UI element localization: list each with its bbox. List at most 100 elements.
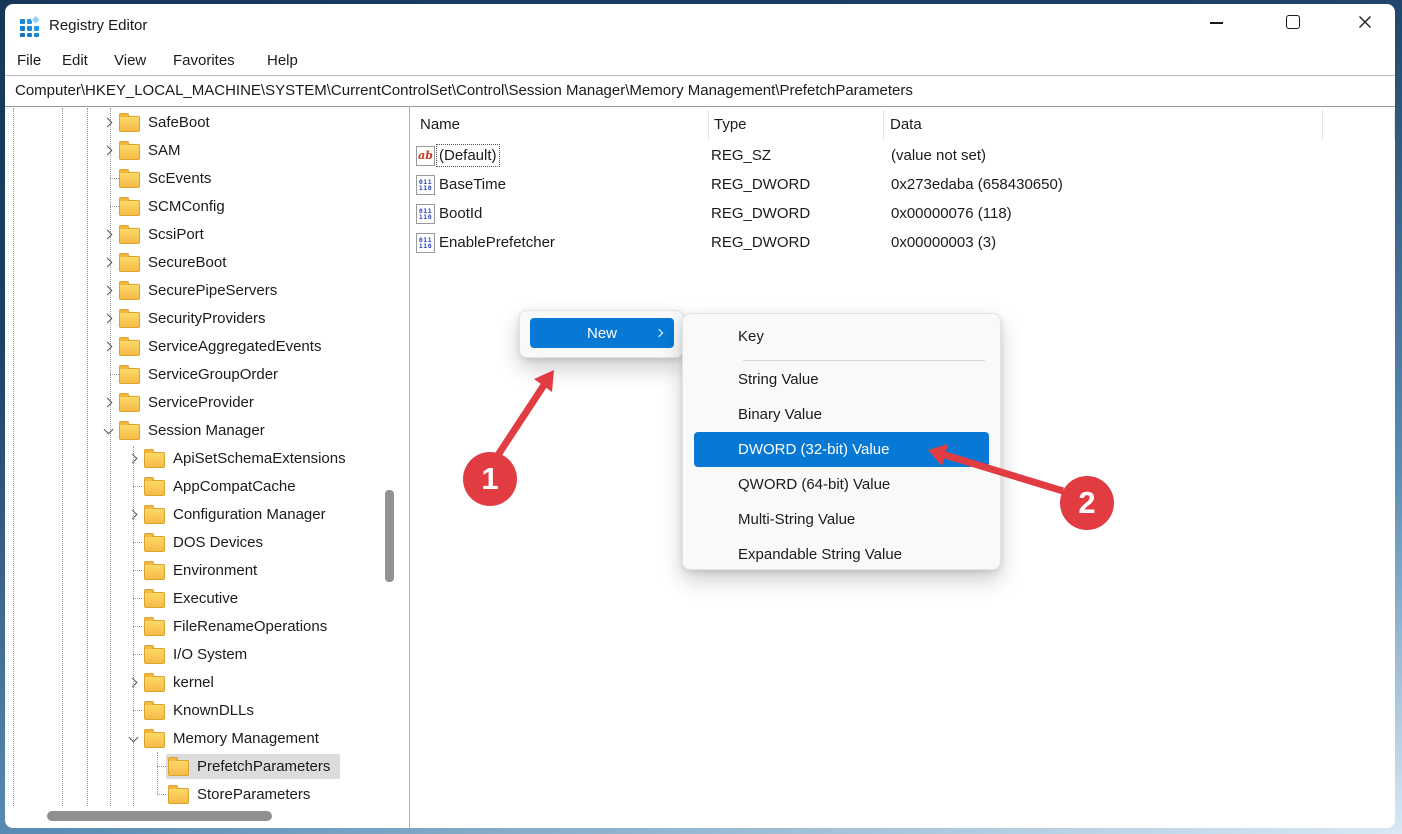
chevron-right-icon[interactable] (124, 449, 142, 467)
column-header-data[interactable]: Data (884, 110, 1323, 140)
tree-item-scmconfig[interactable]: SCMConfig (0, 192, 383, 220)
folder-icon (144, 648, 165, 664)
expander-spacer (148, 785, 166, 803)
tree-item-label: ScsiPort (148, 226, 204, 243)
folder-icon (144, 536, 165, 552)
chevron-right-icon[interactable] (99, 393, 117, 411)
column-header-type[interactable]: Type (709, 110, 884, 140)
folder-icon (119, 256, 140, 272)
panel-splitter[interactable] (409, 106, 410, 828)
horizontal-scrollbar-thumb[interactable] (47, 811, 272, 821)
tree-item-label: ServiceGroupOrder (148, 366, 278, 383)
tree-item-apisetschemaextensions[interactable]: ApiSetSchemaExtensions (0, 444, 383, 472)
tree-item-securityproviders[interactable]: SecurityProviders (0, 304, 383, 332)
vertical-scrollbar-thumb[interactable] (385, 490, 394, 582)
registry-editor-app-icon (19, 16, 41, 43)
menu-edit[interactable]: Edit (62, 51, 88, 71)
folder-icon (144, 508, 165, 524)
value-name: BootId (439, 205, 482, 222)
chevron-right-icon[interactable] (124, 673, 142, 691)
chevron-right-icon[interactable] (99, 309, 117, 327)
tree-item-storeparameters[interactable]: StoreParameters (0, 780, 383, 808)
tree-item-executive[interactable]: Executive (0, 584, 383, 612)
menu-favorites[interactable]: Favorites (173, 51, 235, 71)
menu-item-binary-value[interactable]: Binary Value (683, 397, 1000, 432)
context-menu: New (519, 310, 684, 358)
tree-item-configuration-manager[interactable]: Configuration Manager (0, 500, 383, 528)
folder-icon (144, 564, 165, 580)
menu-item-qword-64bit-value[interactable]: QWORD (64-bit) Value (683, 467, 1000, 502)
expander-spacer (124, 645, 142, 663)
menu-item-dword-32bit-value[interactable]: DWORD (32-bit) Value (694, 432, 989, 467)
desktop-background: Registry Editor File Edit View Favorites… (0, 0, 1402, 834)
tree-item-memory-management[interactable]: Memory Management (0, 724, 383, 752)
menu-help[interactable]: Help (267, 51, 298, 71)
value-row-basetime[interactable]: BaseTime REG_DWORD 0x273edaba (658430650… (411, 170, 1395, 199)
value-type: REG_DWORD (709, 234, 884, 251)
value-list: (Default) REG_SZ (value not set) BaseTim… (411, 141, 1395, 257)
column-header-filler (1323, 110, 1395, 140)
folder-icon (168, 788, 189, 804)
folder-icon (144, 732, 165, 748)
tree-item-serviceaggregatedevents[interactable]: ServiceAggregatedEvents (0, 332, 383, 360)
maximize-button[interactable] (1286, 15, 1300, 29)
menu-item-new-label: New (587, 325, 617, 342)
chevron-right-icon[interactable] (124, 505, 142, 523)
chevron-down-icon[interactable] (99, 421, 117, 439)
address-bar[interactable]: Computer\HKEY_LOCAL_MACHINE\SYSTEM\Curre… (5, 75, 1395, 107)
tree-item-secureboot[interactable]: SecureBoot (0, 248, 383, 276)
tree-item-dos-devices[interactable]: DOS Devices (0, 528, 383, 556)
tree-item-label: Memory Management (173, 730, 319, 747)
tree-item-label: Environment (173, 562, 257, 579)
tree-item-safeboot[interactable]: SafeBoot (0, 108, 383, 136)
value-name: EnablePrefetcher (439, 234, 555, 251)
tree-item-label: kernel (173, 674, 214, 691)
folder-icon (144, 480, 165, 496)
expander-spacer (148, 757, 166, 775)
folder-icon (119, 172, 140, 188)
tree-item-knowndlls[interactable]: KnownDLLs (0, 696, 383, 724)
chevron-right-icon[interactable] (99, 253, 117, 271)
window-title: Registry Editor (49, 17, 147, 34)
folder-icon (119, 284, 140, 300)
tree-item-io-system[interactable]: I/O System (0, 640, 383, 668)
minimize-button[interactable] (1210, 22, 1223, 24)
column-header-name[interactable]: Name (411, 110, 709, 140)
tree-item-environment[interactable]: Environment (0, 556, 383, 584)
chevron-down-icon[interactable] (124, 729, 142, 747)
value-type: REG_SZ (709, 147, 884, 164)
value-row-default[interactable]: (Default) REG_SZ (value not set) (411, 141, 1395, 170)
chevron-right-icon[interactable] (99, 281, 117, 299)
close-button[interactable] (1357, 14, 1373, 30)
tree-item-serviceprovider[interactable]: ServiceProvider (0, 388, 383, 416)
tree-item-label: I/O System (173, 646, 247, 663)
tree-item-filerenameoperations[interactable]: FileRenameOperations (0, 612, 383, 640)
menu-item-new[interactable]: New (530, 318, 674, 348)
menu-item-string-value[interactable]: String Value (683, 362, 1000, 397)
tree-item-prefetchparameters[interactable]: PrefetchParameters (0, 752, 383, 780)
value-row-bootid[interactable]: BootId REG_DWORD 0x00000076 (118) (411, 199, 1395, 228)
tree-item-kernel[interactable]: kernel (0, 668, 383, 696)
menu-file[interactable]: File (17, 51, 41, 71)
titlebar[interactable]: Registry Editor (5, 4, 1395, 48)
tree-item-servicegrouporder[interactable]: ServiceGroupOrder (0, 360, 383, 388)
tree-item-securepipeservers[interactable]: SecurePipeServers (0, 276, 383, 304)
chevron-right-icon[interactable] (99, 225, 117, 243)
chevron-right-icon[interactable] (99, 337, 117, 355)
tree-item-sam[interactable]: SAM (0, 136, 383, 164)
chevron-right-icon[interactable] (99, 113, 117, 131)
expander-spacer (124, 589, 142, 607)
tree-item-scsiport[interactable]: ScsiPort (0, 220, 383, 248)
tree-item-session-manager[interactable]: Session Manager (0, 416, 383, 444)
tree-item-appcompatcache[interactable]: AppCompatCache (0, 472, 383, 500)
value-row-enableprefetcher[interactable]: EnablePrefetcher REG_DWORD 0x00000003 (3… (411, 228, 1395, 257)
menu-view[interactable]: View (114, 51, 146, 71)
folder-icon (144, 704, 165, 720)
tree-item-scevents[interactable]: ScEvents (0, 164, 383, 192)
chevron-right-icon[interactable] (99, 141, 117, 159)
menu-item-key[interactable]: Key (683, 319, 1000, 357)
expander-spacer (124, 617, 142, 635)
menu-item-multi-string-value[interactable]: Multi-String Value (683, 502, 1000, 537)
menu-item-expandable-string-value[interactable]: Expandable String Value (683, 537, 1000, 572)
tree-item-label: FileRenameOperations (173, 618, 327, 635)
